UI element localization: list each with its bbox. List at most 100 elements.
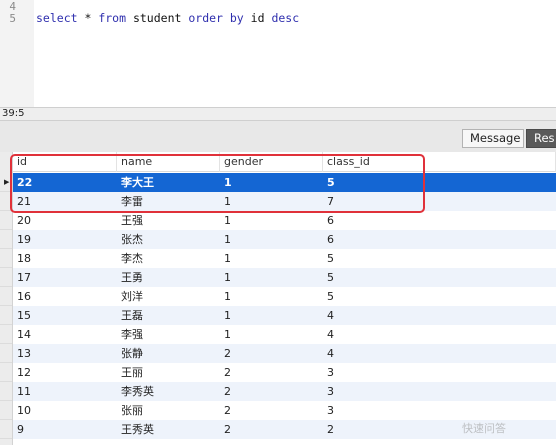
cell-name[interactable]: 李杰: [117, 249, 220, 268]
row-header[interactable]: [0, 363, 12, 382]
column-header-name[interactable]: name: [117, 152, 220, 172]
cell-gender[interactable]: 2: [220, 382, 323, 401]
cell-id[interactable]: 13: [13, 344, 117, 363]
table-row[interactable]: 12 王丽 2 3: [13, 363, 556, 382]
table-row[interactable]: 15 王磊 1 4: [13, 306, 556, 325]
cell-gender[interactable]: 2: [220, 363, 323, 382]
cell-id[interactable]: 10: [13, 401, 117, 420]
cell-name[interactable]: 王秀英: [117, 420, 220, 439]
table-row[interactable]: 20 王强 1 6: [13, 211, 556, 230]
row-header[interactable]: [0, 230, 12, 249]
sql-keyword: select: [36, 11, 78, 25]
cell-gender[interactable]: 1: [220, 192, 323, 211]
cell-class-id[interactable]: 5: [323, 287, 556, 306]
cell-gender[interactable]: 1: [220, 287, 323, 306]
cell-name[interactable]: 李强: [117, 325, 220, 344]
cell-id[interactable]: 18: [13, 249, 117, 268]
cell-name[interactable]: 王磊: [117, 306, 220, 325]
cell-id[interactable]: 22: [13, 173, 117, 192]
cell-name[interactable]: 张静: [117, 344, 220, 363]
row-header[interactable]: [0, 344, 12, 363]
cell-class-id[interactable]: 3: [323, 401, 556, 420]
cell-name[interactable]: 张丽: [117, 401, 220, 420]
cell-gender[interactable]: 1: [220, 268, 323, 287]
cell-id[interactable]: 15: [13, 306, 117, 325]
cell-gender[interactable]: 1: [220, 325, 323, 344]
cell-gender[interactable]: 1: [220, 249, 323, 268]
cell-id[interactable]: 17: [13, 268, 117, 287]
cell-class-id[interactable]: 5: [323, 173, 556, 192]
cell-id[interactable]: 21: [13, 192, 117, 211]
cell-id[interactable]: 14: [13, 325, 117, 344]
row-header[interactable]: [0, 325, 12, 344]
watermark: 快速问答: [462, 422, 506, 435]
cell-gender[interactable]: 2: [220, 401, 323, 420]
cell-gender[interactable]: 1: [220, 173, 323, 192]
result-grid[interactable]: ▶ id name gender class_id 22 李大王 1 5 21 李雷 1 7 2…: [0, 152, 556, 445]
cell-class-id[interactable]: 2: [323, 420, 556, 439]
sql-query-line[interactable]: select * from student order by id desc: [36, 11, 299, 25]
table-row[interactable]: 11 李秀英 2 3: [13, 382, 556, 401]
cell-name[interactable]: 王勇: [117, 268, 220, 287]
cell-class-id[interactable]: 4: [323, 325, 556, 344]
cell-gender[interactable]: 1: [220, 306, 323, 325]
table-row[interactable]: 19 张杰 1 6: [13, 230, 556, 249]
cell-class-id[interactable]: 6: [323, 211, 556, 230]
cell-class-id[interactable]: 5: [323, 268, 556, 287]
tab-result[interactable]: Res: [526, 129, 556, 148]
cell-name[interactable]: 李秀英: [117, 382, 220, 401]
table-row[interactable]: 10 张丽 2 3: [13, 401, 556, 420]
cell-name[interactable]: 李雷: [117, 192, 220, 211]
row-header[interactable]: [0, 420, 12, 439]
column-header-class-id[interactable]: class_id: [323, 152, 556, 172]
line-number: 5: [9, 12, 16, 25]
tab-message[interactable]: Message: [462, 129, 524, 148]
current-row-arrow-icon: ▶: [4, 178, 10, 186]
row-header[interactable]: [0, 249, 12, 268]
row-header[interactable]: [0, 268, 12, 287]
cell-class-id[interactable]: 7: [323, 192, 556, 211]
table-row[interactable]: 22 李大王 1 5: [13, 173, 556, 192]
cell-name[interactable]: 张杰: [117, 230, 220, 249]
cell-class-id[interactable]: 3: [323, 382, 556, 401]
cell-id[interactable]: 19: [13, 230, 117, 249]
sql-keyword: desc: [271, 11, 300, 25]
row-header[interactable]: [0, 306, 12, 325]
cell-id[interactable]: 9: [13, 420, 117, 439]
cell-class-id[interactable]: 3: [323, 363, 556, 382]
row-header[interactable]: [0, 192, 12, 211]
cell-gender[interactable]: 2: [220, 344, 323, 363]
table-row[interactable]: 17 王勇 1 5: [13, 268, 556, 287]
cell-id[interactable]: 16: [13, 287, 117, 306]
cell-name[interactable]: 王丽: [117, 363, 220, 382]
sql-text: student: [126, 11, 189, 25]
table-row[interactable]: 14 李强 1 4: [13, 325, 556, 344]
table-row[interactable]: 13 张静 2 4: [13, 344, 556, 363]
cell-gender[interactable]: 2: [220, 420, 323, 439]
row-header[interactable]: [0, 382, 12, 401]
row-header[interactable]: [0, 287, 12, 306]
table-row[interactable]: 18 李杰 1 5: [13, 249, 556, 268]
sql-editor[interactable]: 4 5 select * from student order by id de…: [0, 0, 556, 107]
line-number-gutter: 4 5: [0, 0, 34, 107]
cell-class-id[interactable]: 5: [323, 249, 556, 268]
cell-name[interactable]: 李大王: [117, 173, 220, 192]
cell-gender[interactable]: 1: [220, 211, 323, 230]
sql-keyword: order by: [188, 11, 244, 25]
cell-gender[interactable]: 1: [220, 230, 323, 249]
cell-class-id[interactable]: 6: [323, 230, 556, 249]
cell-class-id[interactable]: 4: [323, 306, 556, 325]
cell-class-id[interactable]: 4: [323, 344, 556, 363]
table-row[interactable]: 21 李雷 1 7: [13, 192, 556, 211]
cell-name[interactable]: 刘洋: [117, 287, 220, 306]
cell-id[interactable]: 20: [13, 211, 117, 230]
row-header[interactable]: [0, 401, 12, 420]
column-header-gender[interactable]: gender: [220, 152, 323, 172]
grid-header-row: id name gender class_id: [13, 152, 556, 172]
table-row[interactable]: 16 刘洋 1 5: [13, 287, 556, 306]
row-header[interactable]: [0, 211, 12, 230]
cell-name[interactable]: 王强: [117, 211, 220, 230]
cell-id[interactable]: 12: [13, 363, 117, 382]
cell-id[interactable]: 11: [13, 382, 117, 401]
column-header-id[interactable]: id: [13, 152, 117, 172]
